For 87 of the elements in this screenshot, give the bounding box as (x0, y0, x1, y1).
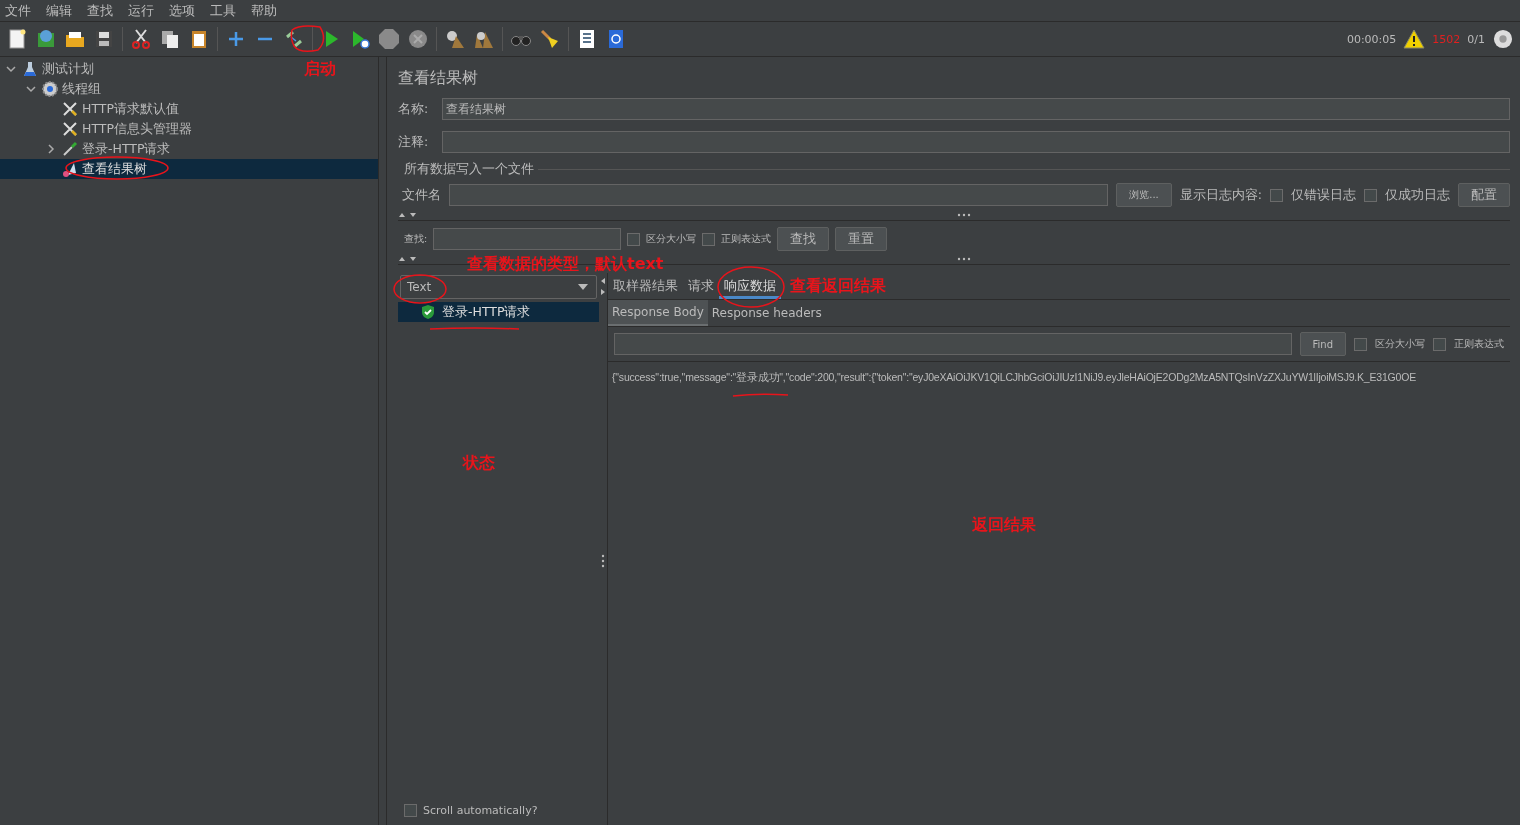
thread-count: 0/1 (1467, 32, 1485, 46)
caret-icon[interactable] (578, 284, 588, 290)
tools-icon (62, 101, 78, 117)
log-label: 显示日志内容: (1179, 186, 1262, 204)
splitter-arrows-icon[interactable] (398, 256, 418, 262)
section-title: 所有数据写入一个文件 (404, 161, 534, 178)
tree-item[interactable]: 查看结果树 (0, 159, 378, 179)
remote-icon[interactable] (1492, 29, 1514, 49)
checkbox-label: 区分大小写 (646, 232, 697, 246)
splitter-handle-icon[interactable] (957, 213, 971, 217)
tree-item[interactable]: 测试计划 (0, 59, 100, 79)
name-field[interactable]: 查看结果树 (442, 98, 1510, 120)
broom-icon[interactable] (539, 28, 561, 50)
checkbox[interactable] (702, 232, 716, 246)
tab[interactable]: 请求 (683, 278, 719, 299)
browse-button[interactable]: 浏览... (1116, 183, 1172, 207)
search-label: 查找: (404, 232, 428, 246)
renderer-dropdown[interactable]: Text (400, 275, 597, 299)
tab[interactable]: 取样器结果 (608, 278, 683, 299)
tab[interactable]: Response Body (608, 300, 708, 326)
tree-item[interactable]: 线程组 (0, 79, 107, 99)
splitter-handle-icon[interactable] (957, 257, 971, 261)
find-button[interactable]: Find (1299, 332, 1346, 356)
comment-field[interactable] (442, 131, 1510, 153)
checkbox-label: 正则表达式 (721, 232, 772, 246)
tools-icon (62, 121, 78, 137)
annotation-text: 状态 (463, 455, 495, 471)
checkbox[interactable] (1270, 188, 1283, 202)
annotation-circle (717, 266, 785, 308)
menu-item[interactable]: 文件 (4, 1, 38, 20)
splitter-arrows-icon[interactable] (600, 277, 606, 297)
tree-item[interactable]: 登录-HTTP请求 (0, 139, 177, 159)
checkbox-label: 区分大小写 (1375, 337, 1425, 351)
find-button[interactable]: 查找 (777, 227, 830, 251)
checkbox[interactable] (404, 804, 417, 817)
result-item[interactable]: 登录-HTTP请求 (398, 302, 599, 322)
menu-item[interactable]: 运行 (127, 1, 161, 20)
panel-title: 查看结果树 (398, 68, 479, 89)
flask-icon (22, 61, 38, 77)
shield-check-icon (420, 304, 436, 320)
pipette-icon (62, 141, 78, 157)
search-field[interactable] (433, 228, 622, 250)
menu-item[interactable]: 工具 (209, 1, 243, 20)
gear-icon (42, 81, 58, 97)
error-count: 1502 (1432, 32, 1461, 46)
annotation-text: 启动 (304, 61, 336, 77)
checkbox-label: 仅成功日志 (1385, 186, 1450, 204)
checkbox[interactable] (1354, 337, 1367, 351)
tab[interactable]: Response headers (707, 300, 826, 326)
scissors-icon[interactable] (130, 28, 152, 50)
annotation-text: 返回结果 (972, 517, 1036, 533)
save-icon[interactable] (93, 28, 115, 50)
tree-item[interactable]: HTTP信息头管理器 (0, 119, 198, 139)
checkbox-label: Scroll automatically? (423, 804, 538, 817)
annotation-underline (732, 393, 789, 397)
stop-icon[interactable] (378, 28, 400, 50)
field-label: 注释: (398, 133, 430, 151)
checkbox-label: 正则表达式 (1454, 337, 1504, 351)
splitter-handle-icon[interactable] (601, 554, 605, 568)
config-button[interactable]: 配置 (1458, 183, 1510, 207)
menu-item[interactable]: 帮助 (250, 1, 284, 20)
tab[interactable]: 响应数据 (719, 278, 781, 299)
warning-icon[interactable] (1403, 29, 1426, 49)
checkbox[interactable] (1364, 188, 1377, 202)
new-file-icon[interactable] (6, 28, 28, 50)
menu-item[interactable]: 查找 (86, 1, 120, 20)
annotation-text: 查看数据的类型，默认text (467, 256, 664, 272)
field-label: 名称: (398, 100, 430, 118)
checkbox[interactable] (627, 232, 641, 246)
splitter-arrows-icon[interactable] (398, 212, 418, 218)
filename-field[interactable] (449, 184, 1109, 206)
copy-icon[interactable] (159, 28, 181, 50)
annotation-circle (393, 274, 447, 304)
tree-item[interactable]: HTTP请求默认值 (0, 99, 185, 119)
annotation-text: 查看返回结果 (790, 278, 886, 294)
field-label: 文件名 (402, 186, 441, 204)
chevron-right-icon[interactable] (46, 144, 56, 154)
checkbox-label: 仅错误日志 (1291, 186, 1356, 204)
search-field[interactable] (614, 333, 1292, 355)
reset-button[interactable]: 重置 (835, 227, 888, 251)
menu-item[interactable]: 编辑 (45, 1, 79, 20)
response-text: {"success":true,"message":"登录成功","code":200,"result":{"token":"eyJ0eXAiOiJKV1QiLCJhbGciOiJIUzI1NiJ9.eyJleHAiOjE2ODg2MzA5NTQsInVzZXJuYW1lIjoiMSJ9.K_E31G0OE (612, 371, 1416, 383)
checkbox[interactable] (1433, 337, 1446, 351)
shutdown-icon[interactable] (407, 28, 429, 50)
listener-icon (62, 161, 78, 177)
elapsed-time: 00:00:05 (1346, 32, 1397, 46)
menu-item[interactable]: 选项 (168, 1, 202, 20)
